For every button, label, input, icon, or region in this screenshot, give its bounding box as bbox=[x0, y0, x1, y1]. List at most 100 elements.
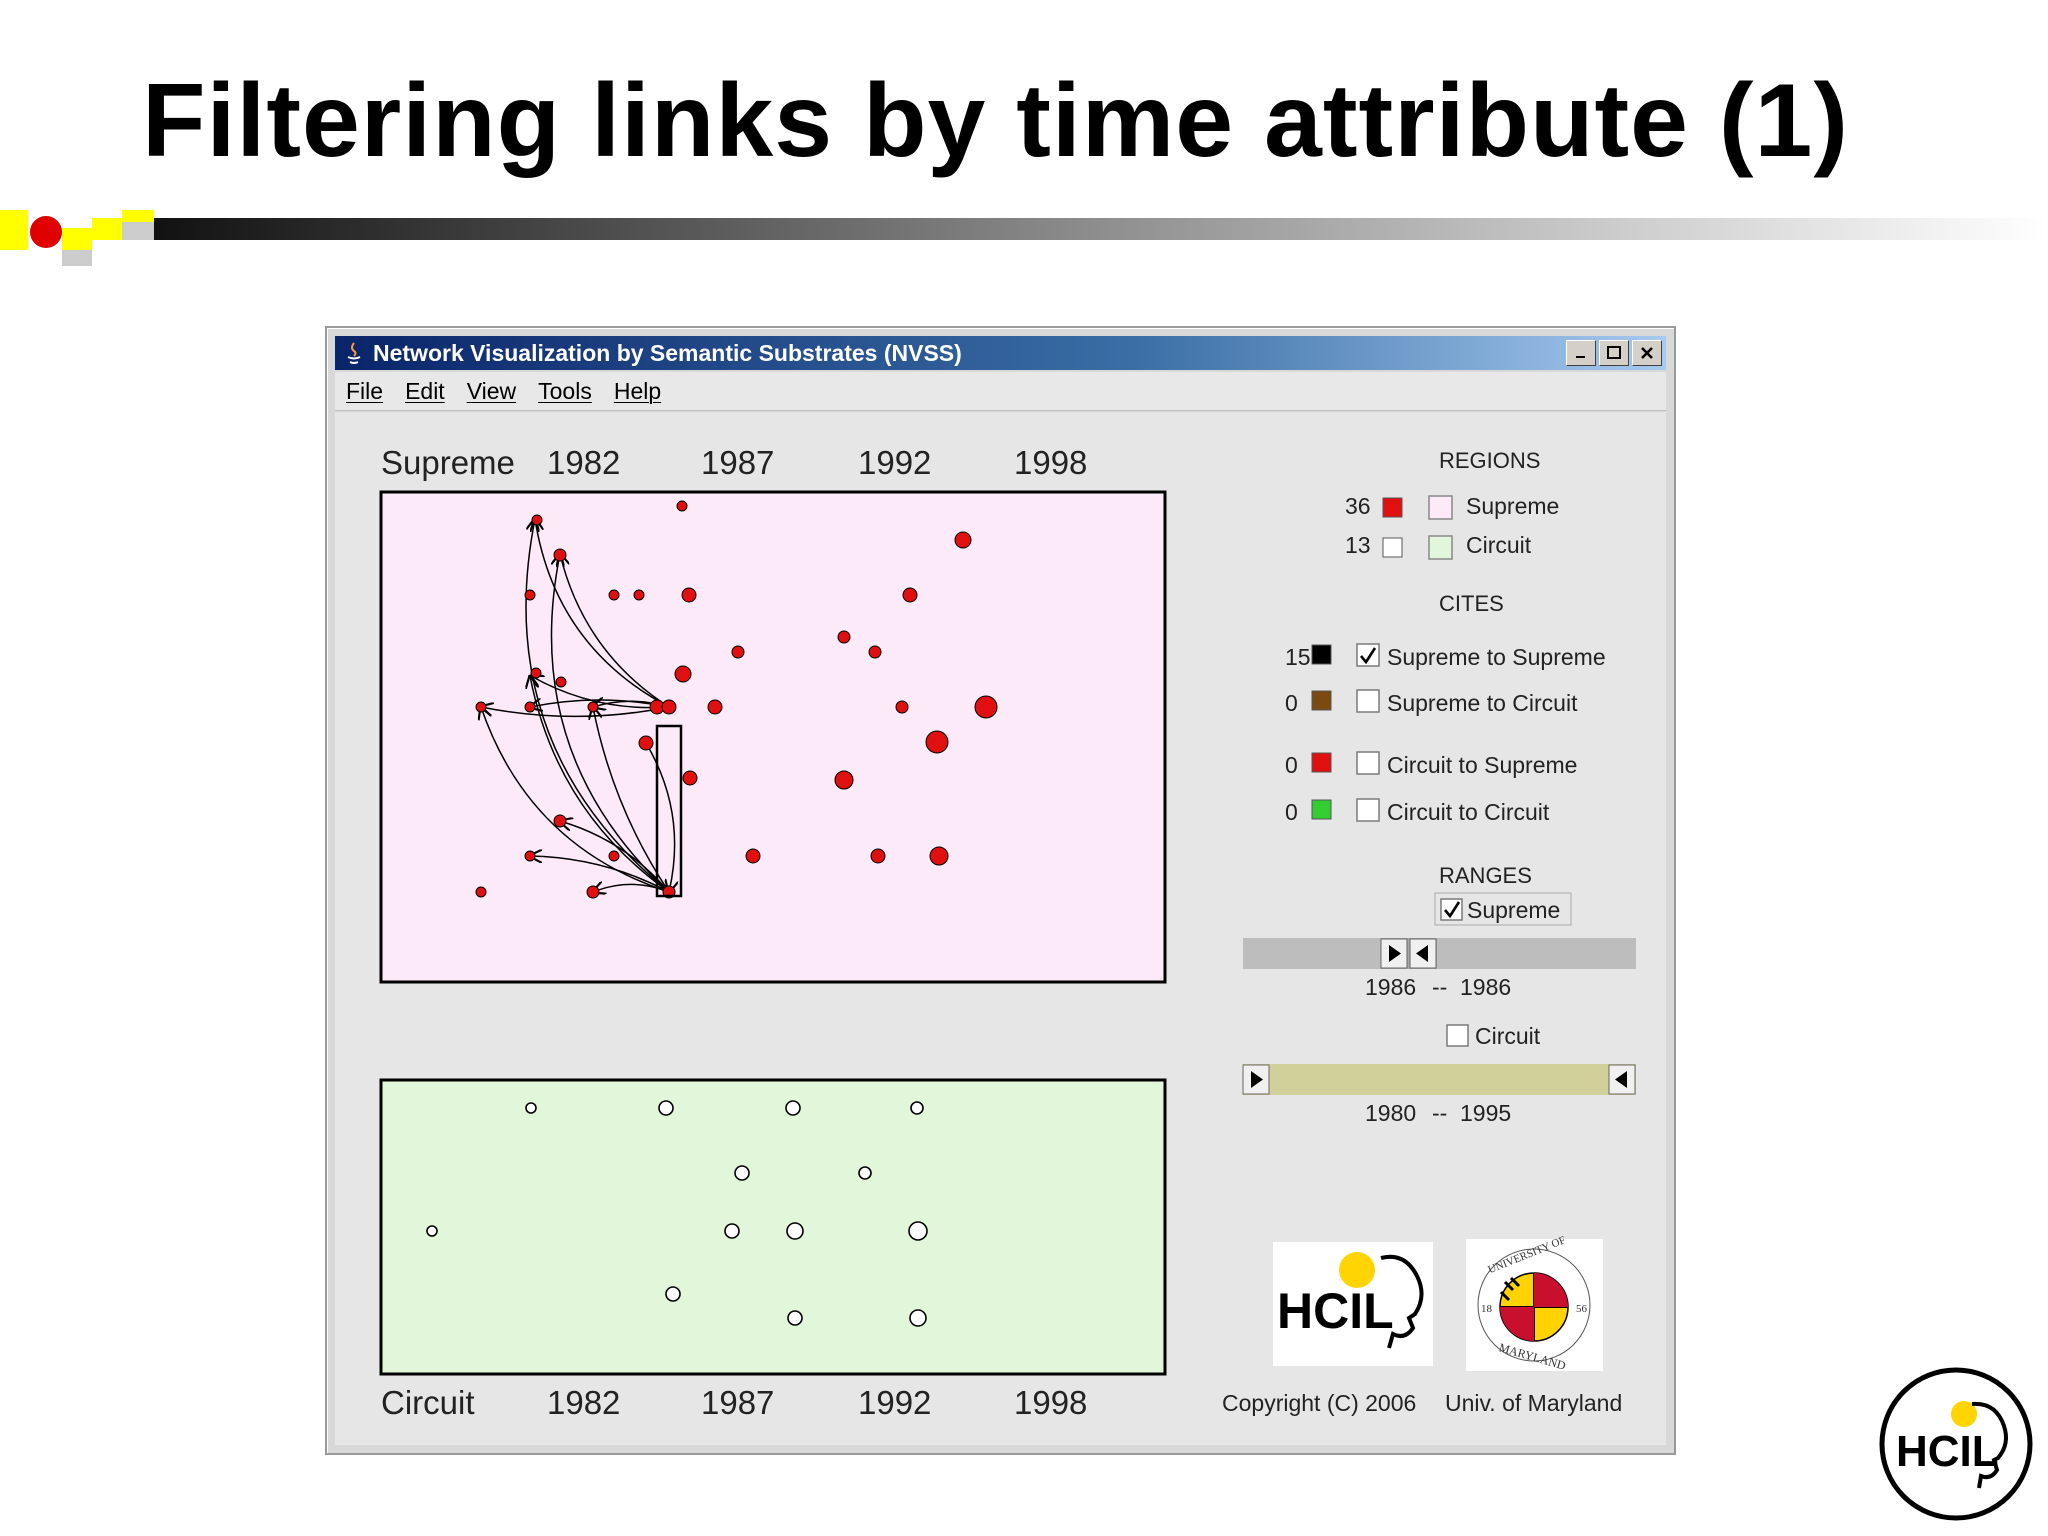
circuit-region[interactable] bbox=[379, 1078, 1167, 1376]
cites-checkbox[interactable] bbox=[1356, 798, 1380, 822]
cites-count: 0 bbox=[1285, 799, 1298, 825]
supreme-node[interactable] bbox=[638, 735, 654, 751]
supreme-range-to: 1986 bbox=[1460, 974, 1511, 1000]
circuit-range-from: 1980 bbox=[1365, 1100, 1416, 1126]
menu-edit[interactable]: Edit bbox=[394, 378, 456, 405]
supreme-node[interactable] bbox=[524, 701, 536, 713]
cites-row[interactable]: 0 Supreme to Circuit bbox=[1285, 689, 1578, 716]
menu-bar: File Edit View Tools Help bbox=[335, 372, 1666, 411]
supreme-node[interactable] bbox=[633, 589, 645, 601]
supreme-node[interactable] bbox=[731, 645, 745, 659]
supreme-node[interactable] bbox=[834, 770, 854, 790]
circuit-node[interactable] bbox=[910, 1101, 924, 1115]
supreme-node[interactable] bbox=[974, 695, 998, 719]
circuit-node[interactable] bbox=[786, 1222, 804, 1240]
maximize-button[interactable] bbox=[1599, 340, 1629, 366]
hcil-logo: HCIL bbox=[1273, 1242, 1433, 1366]
supreme-region[interactable] bbox=[379, 490, 1167, 984]
cites-checkbox[interactable] bbox=[1356, 689, 1380, 713]
copyright-text: Copyright (C) 2006 bbox=[1222, 1390, 1416, 1416]
cites-count: 15 bbox=[1285, 644, 1311, 670]
supreme-range-from: 1986 bbox=[1365, 974, 1416, 1000]
circuit-node[interactable] bbox=[909, 1309, 927, 1327]
supreme-node[interactable] bbox=[555, 676, 567, 688]
hcil-logo-text: HCIL bbox=[1277, 1283, 1394, 1339]
circuit-node[interactable] bbox=[426, 1225, 438, 1237]
supreme-node[interactable] bbox=[925, 730, 949, 754]
supreme-node[interactable] bbox=[745, 848, 761, 864]
cites-row[interactable]: 15 Supreme to Supreme bbox=[1285, 643, 1606, 670]
supreme-year-1992: 1992 bbox=[858, 444, 931, 481]
circuit-range-separator: -- bbox=[1432, 1100, 1447, 1126]
supreme-panel-label: Supreme bbox=[381, 444, 515, 481]
supreme-node[interactable] bbox=[707, 699, 723, 715]
supreme-range-slider[interactable] bbox=[1243, 938, 1636, 969]
corner-hcil-logo: HCIL bbox=[1879, 1367, 2033, 1521]
supreme-node[interactable] bbox=[870, 848, 886, 864]
regions-circuit-label: Circuit bbox=[1466, 532, 1532, 558]
menu-view[interactable]: View bbox=[456, 378, 527, 405]
supreme-node[interactable] bbox=[553, 814, 567, 828]
supreme-node[interactable] bbox=[676, 500, 688, 512]
regions-supreme-count: 36 bbox=[1345, 493, 1371, 519]
circuit-range-checkbox[interactable] bbox=[1446, 1024, 1469, 1047]
supreme-node[interactable] bbox=[608, 850, 620, 862]
circuit-range-to: 1995 bbox=[1460, 1100, 1511, 1126]
circuit-node[interactable] bbox=[665, 1286, 681, 1302]
supreme-node[interactable] bbox=[524, 850, 536, 862]
supreme-node[interactable] bbox=[929, 846, 949, 866]
supreme-node[interactable] bbox=[868, 645, 882, 659]
supreme-node[interactable] bbox=[524, 589, 536, 601]
regions-circuit-color-swatch[interactable] bbox=[1428, 535, 1453, 560]
cites-checkbox[interactable] bbox=[1356, 643, 1380, 667]
ranges-heading: RANGES bbox=[1439, 863, 1532, 888]
cites-row[interactable]: 0 Circuit to Circuit bbox=[1285, 798, 1550, 825]
supreme-node[interactable] bbox=[608, 589, 620, 601]
supreme-node[interactable] bbox=[681, 587, 697, 603]
supreme-node[interactable] bbox=[530, 667, 542, 679]
circuit-node[interactable] bbox=[724, 1223, 740, 1239]
supreme-node[interactable] bbox=[661, 699, 677, 715]
circuit-node[interactable] bbox=[787, 1310, 803, 1326]
supreme-node[interactable] bbox=[475, 701, 487, 713]
supreme-node[interactable] bbox=[475, 886, 487, 898]
supreme-node[interactable] bbox=[895, 700, 909, 714]
regions-heading: REGIONS bbox=[1439, 448, 1540, 473]
regions-circuit-count: 13 bbox=[1345, 532, 1371, 558]
circuit-node[interactable] bbox=[858, 1166, 872, 1180]
close-button[interactable] bbox=[1632, 340, 1662, 366]
cites-row[interactable]: 0 Circuit to Supreme bbox=[1285, 751, 1577, 778]
supreme-node[interactable] bbox=[837, 630, 851, 644]
circuit-node[interactable] bbox=[658, 1100, 674, 1116]
supreme-node[interactable] bbox=[682, 770, 698, 786]
java-app-icon bbox=[347, 342, 361, 364]
cites-heading: CITES bbox=[1439, 591, 1504, 616]
circuit-panel-label: Circuit bbox=[381, 1384, 475, 1421]
slide-title: Filtering links by time attribute (1) bbox=[142, 63, 1849, 179]
menu-tools[interactable]: Tools bbox=[527, 378, 603, 405]
supreme-node[interactable] bbox=[587, 701, 599, 713]
supreme-range-toggle[interactable]: Supreme bbox=[1434, 892, 1572, 926]
minimize-button[interactable] bbox=[1566, 340, 1596, 366]
circuit-node[interactable] bbox=[525, 1102, 537, 1114]
regions-circuit-node-swatch bbox=[1382, 537, 1403, 558]
supreme-node[interactable] bbox=[674, 665, 692, 683]
circuit-range-slider[interactable] bbox=[1242, 1064, 1636, 1095]
supreme-node[interactable] bbox=[902, 587, 918, 603]
window-titlebar[interactable]: Network Visualization by Semantic Substr… bbox=[335, 336, 1666, 370]
circuit-node[interactable] bbox=[908, 1221, 928, 1241]
circuit-node[interactable] bbox=[785, 1100, 801, 1116]
supreme-year-1987: 1987 bbox=[701, 444, 774, 481]
cites-checkbox[interactable] bbox=[1356, 751, 1380, 775]
menu-help[interactable]: Help bbox=[603, 378, 672, 405]
supreme-node[interactable] bbox=[586, 885, 600, 899]
supreme-node[interactable] bbox=[531, 514, 543, 526]
circuit-range-toggle[interactable]: Circuit bbox=[1446, 1023, 1541, 1049]
supreme-node[interactable] bbox=[553, 548, 567, 562]
nvss-svg: Supreme 1982 1987 1992 1998 Circuit 1982… bbox=[379, 444, 1636, 1421]
circuit-node[interactable] bbox=[734, 1165, 750, 1181]
visualization-canvas: Supreme 1982 1987 1992 1998 Circuit 1982… bbox=[335, 412, 1666, 1445]
regions-supreme-color-swatch[interactable] bbox=[1428, 495, 1453, 520]
supreme-node[interactable] bbox=[954, 531, 972, 549]
menu-file[interactable]: File bbox=[335, 378, 394, 405]
